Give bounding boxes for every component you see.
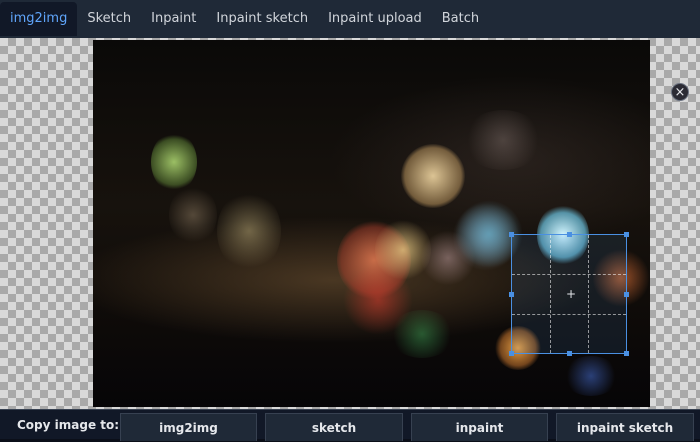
crop-handle-top-left[interactable]	[509, 232, 514, 237]
bokeh-light	[217, 190, 281, 272]
tab-sketch[interactable]: Sketch	[77, 2, 141, 36]
crop-handle-bottom-right[interactable]	[624, 351, 629, 356]
copy-to-sketch-button[interactable]: sketch	[265, 413, 403, 441]
crop-grid-line	[588, 235, 589, 353]
bokeh-light	[401, 144, 465, 208]
crop-handle-right[interactable]	[624, 292, 629, 297]
crop-handle-bottom[interactable]	[567, 351, 572, 356]
crop-grid-line	[512, 274, 626, 275]
tab-img2img[interactable]: img2img	[0, 2, 78, 36]
crop-grid-line	[512, 314, 626, 315]
bokeh-light	[169, 185, 217, 245]
tab-bar: img2img Sketch Inpaint Inpaint sketch In…	[0, 0, 700, 39]
crop-center-icon: +	[566, 287, 577, 301]
tab-inpaint-upload[interactable]: Inpaint upload	[318, 2, 432, 36]
close-icon[interactable]: ×	[671, 83, 689, 101]
bokeh-light	[389, 310, 455, 358]
crop-handle-bottom-left[interactable]	[509, 351, 514, 356]
crop-handle-top-right[interactable]	[624, 232, 629, 237]
copy-to-inpaint-button[interactable]: inpaint	[411, 413, 548, 441]
copy-to-img2img-button[interactable]: img2img	[120, 413, 257, 441]
crop-handle-top[interactable]	[567, 232, 572, 237]
bokeh-light	[463, 110, 543, 170]
copy-image-label: Copy image to:	[17, 418, 120, 432]
copy-to-inpaint-sketch-button[interactable]: inpaint sketch	[556, 413, 694, 441]
bokeh-light	[151, 132, 197, 192]
tab-inpaint-sketch[interactable]: Inpaint sketch	[206, 2, 318, 36]
copy-image-bar: Copy image to: img2img sketch inpaint in…	[0, 409, 700, 441]
tab-batch[interactable]: Batch	[432, 2, 489, 36]
bokeh-light	[563, 356, 619, 396]
crop-grid-line	[550, 235, 551, 353]
tab-inpaint[interactable]: Inpaint	[141, 2, 206, 36]
crop-handle-left[interactable]	[509, 292, 514, 297]
crop-selection-box[interactable]: +	[509, 232, 629, 356]
image-canvas[interactable]: × +	[0, 38, 700, 409]
